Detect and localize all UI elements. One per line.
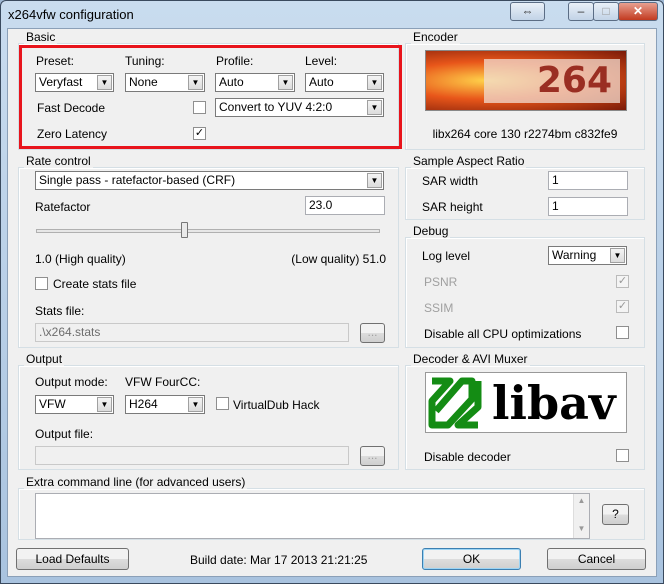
preset-label: Preset: — [36, 54, 75, 68]
disable-cpu-checkbox[interactable] — [616, 326, 629, 339]
ratefactor-label: Ratefactor — [35, 200, 91, 214]
minimize-button[interactable]: – — [568, 2, 594, 21]
output-file-label: Output file: — [35, 427, 94, 441]
tuning-select[interactable]: None ▼ — [125, 73, 205, 92]
ok-button[interactable]: OK — [422, 548, 521, 570]
fast-decode-label: Fast Decode — [37, 101, 106, 115]
ssim-label: SSIM — [424, 301, 454, 315]
debug-group-label: Debug — [411, 224, 451, 238]
output-group-label: Output — [24, 352, 65, 366]
create-stats-label: Create stats file — [53, 277, 137, 291]
fourcc-value: H264 — [129, 397, 158, 411]
log-level-select[interactable]: Warning ▼ — [548, 246, 627, 265]
encoder-group-label: Encoder — [411, 30, 460, 44]
fourcc-label: VFW FourCC: — [125, 375, 201, 389]
chevron-down-icon: ▼ — [188, 397, 203, 412]
preset-value: Veryfast — [39, 75, 83, 89]
extra-commandline-textarea[interactable]: ▲ ▼ — [35, 493, 590, 539]
sar-group-label: Sample Aspect Ratio — [411, 154, 527, 168]
tuning-value: None — [129, 75, 158, 89]
vdub-hack-checkbox[interactable] — [216, 397, 229, 410]
chevron-down-icon: ▼ — [278, 75, 293, 90]
slider-min-label: 1.0 (High quality) — [35, 252, 126, 266]
sar-width-label: SAR width — [422, 174, 479, 188]
disable-decoder-label: Disable decoder — [424, 450, 511, 464]
disable-cpu-label: Disable all CPU optimizations — [424, 327, 582, 341]
profile-select[interactable]: Auto ▼ — [215, 73, 295, 92]
level-select[interactable]: Auto ▼ — [305, 73, 384, 92]
rate-mode-select[interactable]: Single pass - ratefactor-based (CRF) ▼ — [35, 171, 384, 190]
window-title: x264vfw configuration — [8, 7, 134, 22]
stats-browse-button[interactable]: ... — [360, 323, 385, 343]
ratefactor-input[interactable]: 23.0 — [305, 196, 385, 215]
encoder-version: libx264 core 130 r2274bm c832fe9 — [432, 127, 618, 141]
build-date: Build date: Mar 17 2013 21:21:25 — [190, 553, 368, 567]
load-defaults-button[interactable]: Load Defaults — [16, 548, 129, 570]
ssim-checkbox[interactable]: ✓ — [616, 300, 629, 313]
cancel-button[interactable]: Cancel — [547, 548, 646, 570]
chevron-down-icon: ▼ — [610, 248, 625, 263]
basic-group-label: Basic — [24, 30, 58, 44]
zero-latency-checkbox[interactable]: ✓ — [193, 127, 206, 140]
libav-logo-text: libav — [492, 376, 616, 430]
disable-decoder-checkbox[interactable] — [616, 449, 629, 462]
libav-logo: libav — [425, 372, 627, 433]
zero-latency-label: Zero Latency — [37, 127, 108, 141]
chevron-down-icon: ▼ — [188, 75, 203, 90]
stats-file-input[interactable]: .\x264.stats — [35, 323, 349, 342]
output-browse-button[interactable]: ... — [360, 446, 385, 466]
swap-button[interactable]: ⇔ — [510, 2, 545, 21]
output-file-input[interactable] — [35, 446, 349, 465]
x264-logo: 264 — [425, 50, 627, 111]
level-value: Auto — [309, 75, 334, 89]
chevron-down-icon: ▼ — [367, 173, 382, 188]
rate-control-label: Rate control — [24, 154, 93, 168]
chevron-down-icon: ▼ — [367, 75, 382, 90]
preset-select[interactable]: Veryfast ▼ — [35, 73, 114, 92]
tuning-label: Tuning: — [125, 54, 165, 68]
textarea-scrollbar[interactable]: ▲ ▼ — [573, 494, 589, 538]
create-stats-checkbox[interactable] — [35, 277, 48, 290]
ratefactor-slider-track[interactable] — [36, 229, 380, 233]
stats-file-label: Stats file: — [35, 304, 85, 318]
log-level-label: Log level — [422, 249, 471, 263]
profile-value: Auto — [219, 75, 244, 89]
decoder-group-label: Decoder & AVI Muxer — [411, 352, 530, 366]
level-label: Level: — [305, 54, 338, 68]
chevron-down-icon: ▼ — [367, 100, 382, 115]
chevron-down-icon: ▼ — [97, 75, 112, 90]
rate-mode-value: Single pass - ratefactor-based (CRF) — [39, 173, 236, 187]
close-button[interactable]: ✕ — [618, 2, 658, 21]
sar-height-input[interactable]: 1 — [548, 197, 628, 216]
fast-decode-checkbox[interactable] — [193, 101, 206, 114]
slider-max-label: (Low quality) 51.0 — [291, 252, 386, 266]
output-mode-value: VFW — [39, 397, 66, 411]
colorspace-value: Convert to YUV 4:2:0 — [219, 100, 333, 114]
sar-width-input[interactable]: 1 — [548, 171, 628, 190]
extra-group-label: Extra command line (for advanced users) — [24, 475, 248, 489]
vdub-hack-label: VirtualDub Hack — [233, 398, 320, 412]
output-mode-label: Output mode: — [35, 375, 108, 389]
ratefactor-slider-thumb[interactable] — [180, 222, 188, 238]
output-mode-select[interactable]: VFW ▼ — [35, 395, 114, 414]
psnr-checkbox[interactable]: ✓ — [616, 275, 629, 288]
log-level-value: Warning — [552, 248, 597, 262]
colorspace-select[interactable]: Convert to YUV 4:2:0 ▼ — [215, 98, 384, 117]
sar-height-label: SAR height — [422, 200, 483, 214]
psnr-label: PSNR — [424, 275, 458, 289]
maximize-button[interactable]: □ — [593, 2, 619, 21]
chevron-down-icon: ▼ — [97, 397, 112, 412]
profile-label: Profile: — [216, 54, 254, 68]
fourcc-select[interactable]: H264 ▼ — [125, 395, 205, 414]
help-button[interactable]: ? — [602, 504, 629, 525]
